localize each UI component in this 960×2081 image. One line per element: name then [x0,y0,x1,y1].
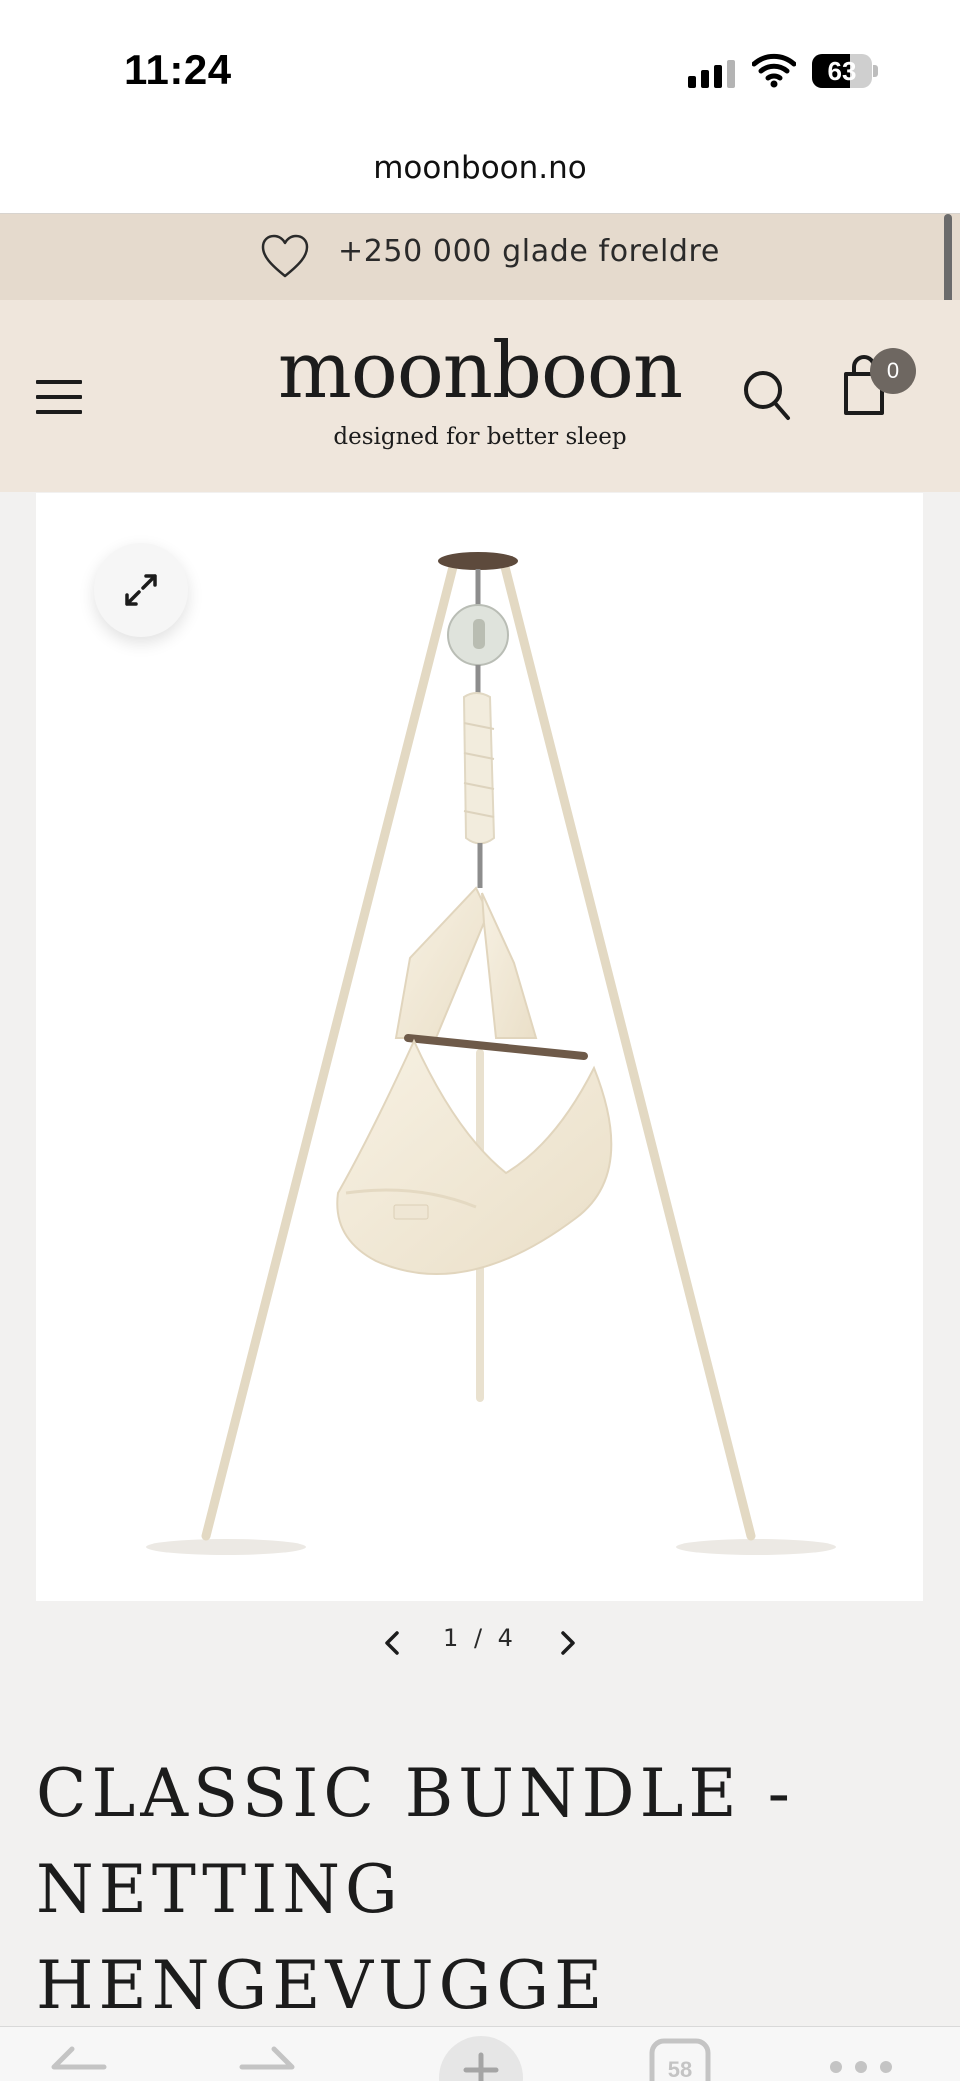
tabs-icon[interactable]: 58 [648,2037,712,2081]
more-options-icon[interactable] [826,2047,896,2081]
logo-tagline: designed for better sleep [333,424,627,450]
site-header: moonboon designed for better sleep [0,300,960,492]
heart-icon [261,234,309,278]
gallery-pagination: 1 / 4 [0,1620,960,1664]
wifi-icon [751,52,797,88]
promo-banner: +250 000 glade foreldre [0,214,960,300]
url-text[interactable]: moonboon.no [0,150,960,186]
expand-arrows-icon [125,574,157,606]
search-icon[interactable] [740,366,794,424]
cellular-signal-icon [688,60,736,88]
product-photo-hammock [146,552,836,1555]
cart-count-badge[interactable]: 0 [870,348,916,394]
product-image[interactable] [36,493,923,1601]
forward-arrow-icon[interactable] [238,2037,302,2081]
gallery-counter: 1 / 4 [443,1624,517,1652]
chevron-right-icon[interactable] [550,1626,584,1660]
battery-level: 63 [827,56,857,86]
new-tab-plus-icon[interactable] [436,2033,526,2081]
battery-indicator: 63 [812,54,878,88]
chevron-left-icon[interactable] [376,1626,410,1660]
back-arrow-icon[interactable] [44,2037,108,2081]
address-bar[interactable]: moonboon.no [0,130,960,214]
status-time: 11:24 [124,46,232,93]
status-bar: 11:24 63 [0,0,960,130]
expand-image-button[interactable] [94,543,188,637]
product-title: CLASSIC BUNDLE - NETTING HENGEVUGGE [36,1755,795,2024]
promo-text: +250 000 glade foreldre [338,234,720,269]
tabs-count: 58 [668,2057,692,2081]
browser-toolbar: 58 [0,2026,960,2081]
site-logo[interactable]: moonboon [0,326,960,416]
